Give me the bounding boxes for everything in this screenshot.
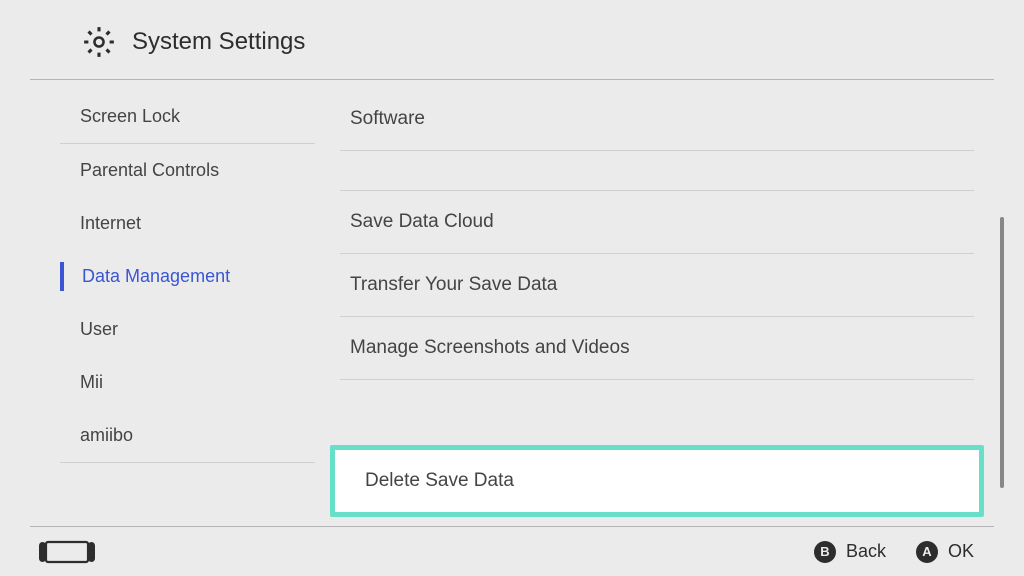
b-button-icon: B (814, 541, 836, 563)
ok-label: OK (948, 541, 974, 562)
scrollbar-thumb[interactable] (1000, 217, 1004, 488)
sidebar-item-amiibo[interactable]: amiibo (60, 409, 330, 462)
main-item-label: Transfer Your Save Data (350, 274, 557, 295)
main-item-manage-screenshots[interactable]: Manage Screenshots and Videos (340, 317, 974, 380)
page-title: System Settings (132, 28, 305, 56)
sidebar: Screen Lock Parental Controls Internet D… (0, 80, 330, 536)
scrollbar[interactable] (999, 72, 1004, 524)
main-gap (340, 151, 974, 191)
main-item-label: Software (350, 108, 425, 129)
sidebar-item-label: Internet (80, 213, 141, 233)
sidebar-item-data-management[interactable]: Data Management (60, 250, 330, 303)
sidebar-item-parental-controls[interactable]: Parental Controls (60, 144, 330, 197)
main-panel: Software Save Data Cloud Transfer Your S… (330, 80, 1024, 536)
sidebar-item-mii[interactable]: Mii (60, 356, 330, 409)
sidebar-item-screen-lock[interactable]: Screen Lock (60, 90, 330, 143)
main-item-label: Manage Screenshots and Videos (350, 337, 630, 358)
ok-button[interactable]: A OK (916, 541, 974, 563)
sidebar-item-label: amiibo (80, 425, 133, 445)
content: Screen Lock Parental Controls Internet D… (0, 80, 1024, 536)
sidebar-item-label: Screen Lock (80, 106, 180, 126)
sidebar-item-label: User (80, 319, 118, 339)
controller-icon (38, 539, 96, 565)
sidebar-item-label: Mii (80, 372, 103, 392)
main-gap (340, 380, 974, 445)
main-item-label: Save Data Cloud (350, 211, 494, 232)
gear-icon (82, 25, 116, 59)
main-item-save-data-cloud[interactable]: Save Data Cloud (340, 191, 974, 254)
back-label: Back (846, 541, 886, 562)
footer: B Back A OK (30, 526, 994, 576)
a-button-icon: A (916, 541, 938, 563)
footer-buttons: B Back A OK (814, 541, 974, 563)
header: System Settings (30, 0, 994, 80)
sidebar-item-user[interactable]: User (60, 303, 330, 356)
sidebar-item-internet[interactable]: Internet (60, 197, 330, 250)
sidebar-item-label: Parental Controls (80, 160, 219, 180)
main-item-software[interactable]: Software (340, 88, 974, 151)
main-item-delete-save-data[interactable]: Delete Save Data (330, 445, 984, 517)
main-item-transfer-save-data[interactable]: Transfer Your Save Data (340, 254, 974, 317)
main-item-label: Delete Save Data (365, 470, 514, 491)
sidebar-divider (60, 462, 315, 463)
back-button[interactable]: B Back (814, 541, 886, 563)
sidebar-item-label: Data Management (82, 266, 230, 286)
